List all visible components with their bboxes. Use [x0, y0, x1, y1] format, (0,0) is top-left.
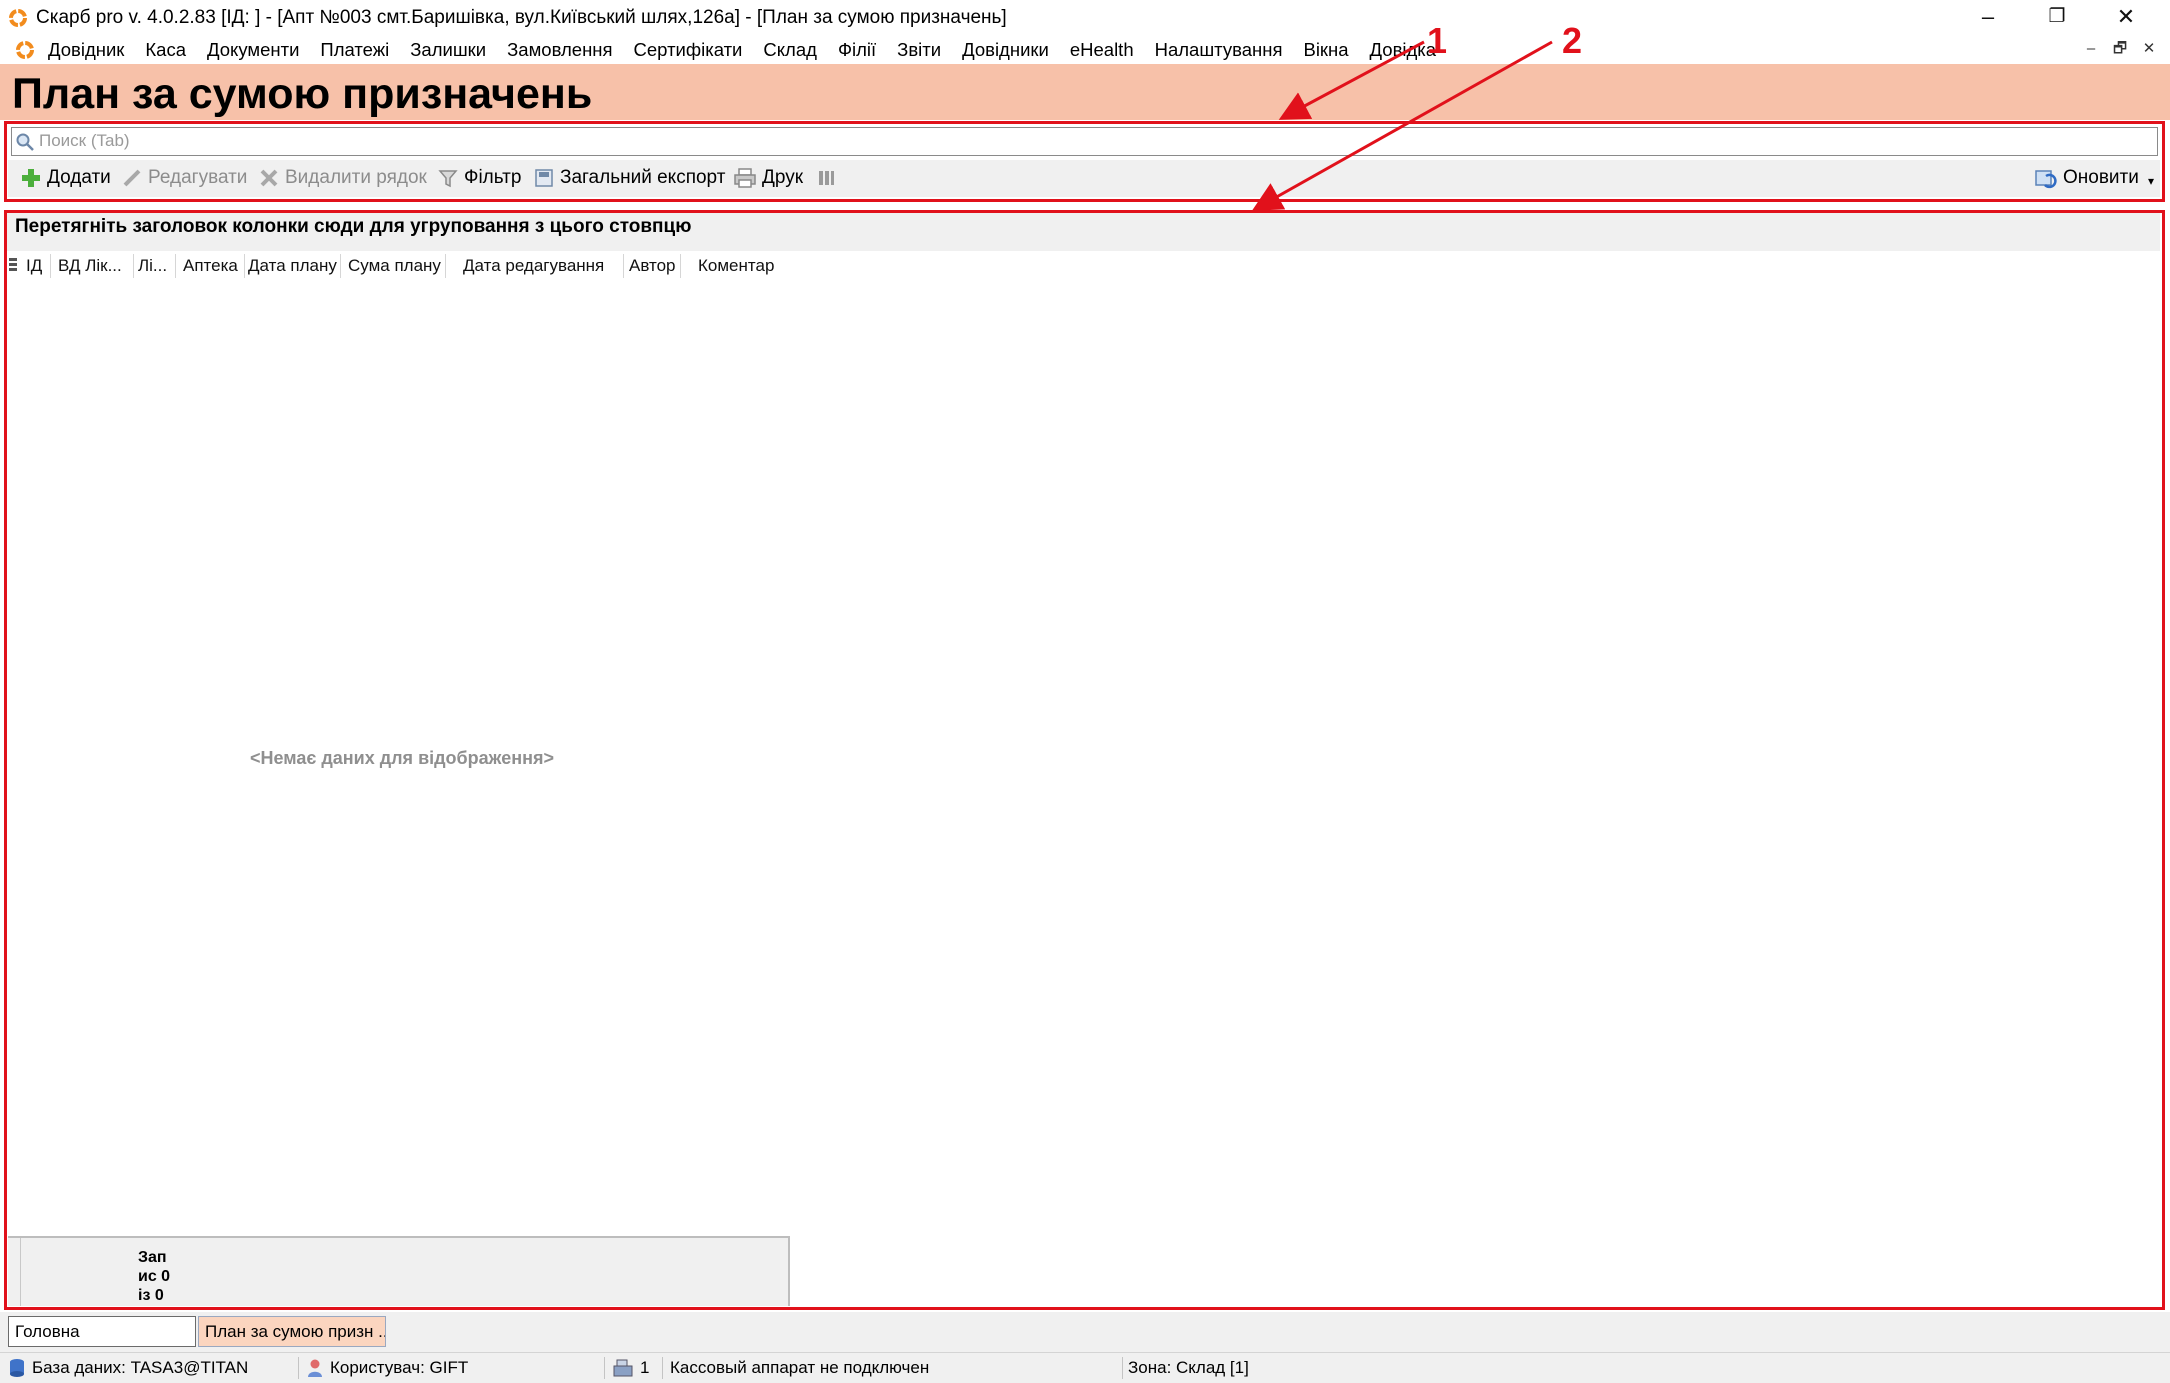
annotation-label-2: 2 [1562, 20, 1583, 61]
annotation-arrows [1251, 40, 1553, 211]
annotation-arrow-2 [1251, 40, 1553, 211]
annotation-arrow-1 [1278, 40, 1425, 120]
annotation-label-1: 1 [1427, 20, 1448, 61]
